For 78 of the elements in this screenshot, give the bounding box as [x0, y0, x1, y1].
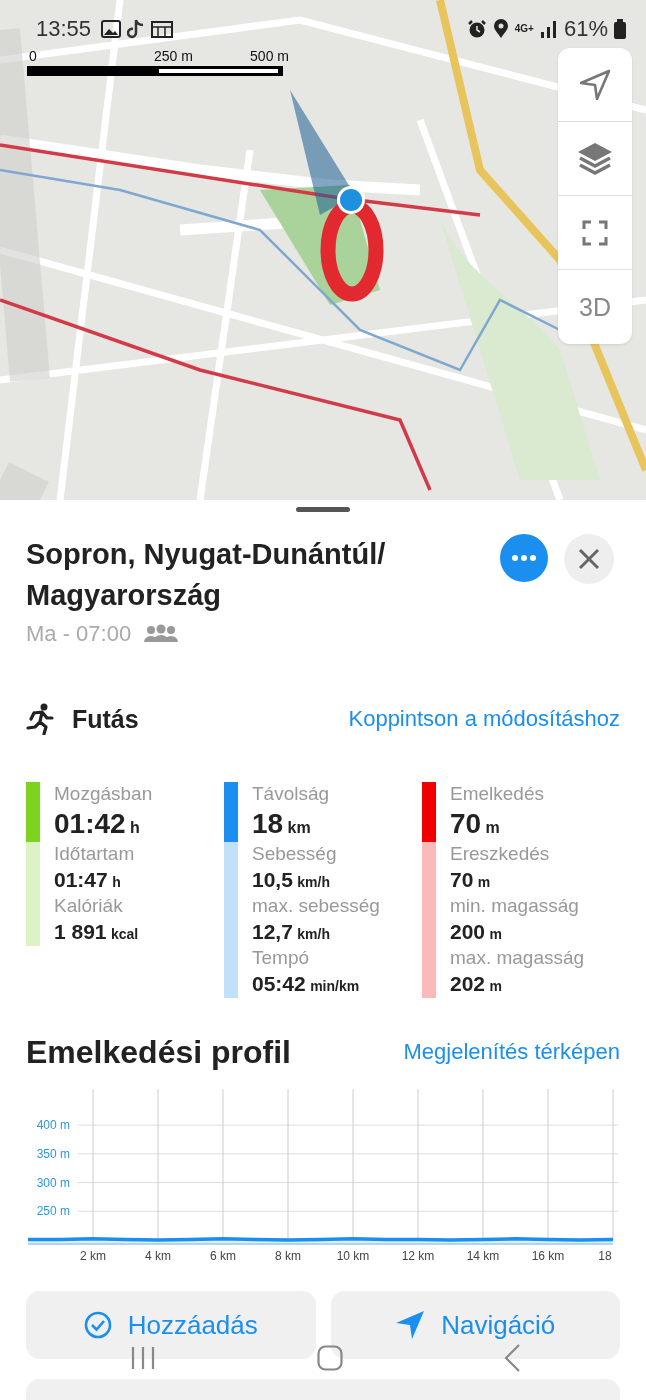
stat-value: 18 km	[252, 807, 312, 841]
stat-bar-lower	[422, 946, 436, 998]
runner-icon	[26, 703, 54, 735]
stat-bar-lower	[26, 842, 40, 894]
stat-value: 10,5 km/h	[252, 867, 331, 893]
battery-percent: 61%	[563, 16, 608, 42]
stat-label: max. sebesség	[252, 894, 380, 918]
stat-label: max. magasság	[450, 946, 585, 970]
x-tick-label: 18	[598, 1249, 612, 1263]
stat-bar-lower	[422, 842, 436, 894]
layers-icon	[576, 140, 614, 177]
y-tick-label: 400 m	[36, 1118, 70, 1133]
stat-bar-lower	[224, 842, 238, 894]
scale-label: 250 m	[153, 48, 193, 64]
stat-label: Tempó	[252, 946, 311, 970]
y-tick-label: 300 m	[36, 1175, 70, 1190]
fullscreen-icon	[582, 219, 608, 246]
music-note-icon	[127, 19, 146, 39]
stat-value: 01:42 h	[54, 807, 141, 841]
stat-value: 70 m	[450, 867, 492, 893]
recents-button[interactable]	[130, 1346, 156, 1370]
image-icon	[101, 20, 122, 38]
stat-bar-lower	[26, 894, 40, 946]
activity-time: Ma - 07:00	[26, 621, 132, 647]
x-tick-label: 12 km	[401, 1249, 435, 1263]
stat-label: Ereszkedés	[450, 842, 550, 866]
scale-label: 0	[29, 48, 37, 64]
close-button[interactable]	[564, 534, 614, 584]
stat-label: Sebesség	[252, 842, 337, 866]
stat-label: Mozgásban	[54, 782, 153, 806]
x-tick-label: 16 km	[531, 1249, 565, 1263]
place-title: Sopron, Nyugat-Dunántúl/ Magyarország	[26, 537, 387, 613]
alarm-icon	[466, 19, 487, 39]
more-button[interactable]	[500, 534, 548, 582]
stat-label: Távolság	[252, 782, 330, 806]
activity-type: Futás	[72, 704, 139, 734]
stat-value: 01:47 h	[54, 867, 122, 893]
x-tick-label: 10 km	[336, 1249, 370, 1263]
battery-icon	[614, 19, 626, 39]
x-tick-label: 8 km	[275, 1249, 301, 1263]
add-button[interactable]: Hozzáadás	[26, 1291, 316, 1359]
stat-value: 12,7 km/h	[252, 919, 331, 945]
stat-label: Emelkedés	[450, 782, 544, 806]
stat-label: Kalóriák	[54, 894, 124, 918]
y-tick-label: 250 m	[36, 1204, 70, 1219]
check-circle-icon	[83, 1311, 112, 1339]
x-tick-label: 4 km	[145, 1249, 171, 1263]
group-icon	[143, 624, 180, 644]
status-time: 13:55	[36, 16, 92, 42]
stat-value: 200 m	[450, 919, 503, 945]
edit-link[interactable]: Koppintson a módosításhoz	[348, 706, 620, 732]
show-on-map-link[interactable]: Megjelenítés térképen	[403, 1039, 620, 1065]
scale-label: 500 m	[250, 48, 289, 64]
signal-icon	[539, 20, 558, 38]
stat-value: 70 m	[450, 807, 501, 841]
3d-button[interactable]: 3D	[558, 270, 632, 344]
home-button[interactable]	[317, 1345, 343, 1371]
navigation-button[interactable]: Navigáció	[330, 1291, 620, 1359]
stat-bar-lower	[224, 946, 238, 998]
x-tick-label: 6 km	[210, 1249, 236, 1263]
stat-label: min. magasság	[450, 894, 579, 918]
x-tick-label: 2 km	[80, 1249, 106, 1263]
more-icon	[512, 555, 536, 561]
navigation-arrow-icon	[395, 1310, 426, 1340]
stat-value: 05:42 min/km	[252, 971, 360, 997]
back-button[interactable]	[504, 1344, 520, 1372]
section-heading: Emelkedési profil	[26, 1033, 291, 1071]
network-label: 4G+	[514, 24, 534, 34]
y-tick-label: 350 m	[36, 1146, 70, 1161]
drag-handle[interactable]	[296, 507, 350, 512]
close-icon	[578, 548, 600, 570]
stat-label: Időtartam	[54, 842, 135, 866]
arrow-icon	[578, 67, 612, 102]
x-tick-label: 14 km	[466, 1249, 500, 1263]
location-pin-icon	[492, 19, 509, 39]
stat-value: 1 891 kcal	[54, 919, 139, 945]
stat-value: 202 m	[450, 971, 503, 997]
calendar-icon	[151, 20, 174, 38]
